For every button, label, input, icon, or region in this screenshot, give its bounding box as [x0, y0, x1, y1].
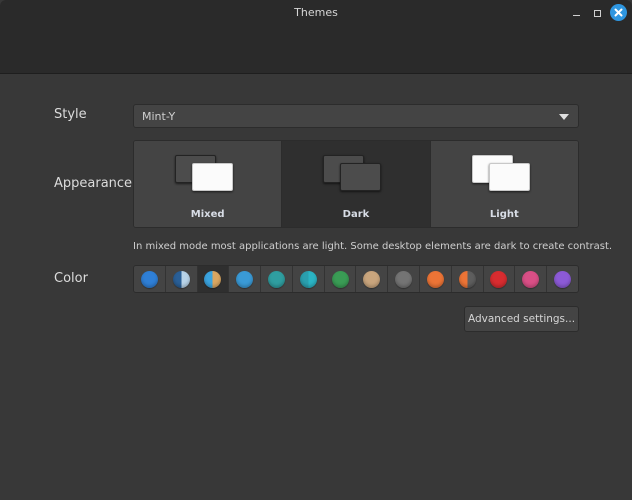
color-dot-icon [363, 270, 381, 288]
style-dropdown[interactable]: Mint-Y [133, 104, 579, 128]
color-swatch-grey[interactable] [388, 266, 421, 292]
color-swatch-purple[interactable] [547, 266, 578, 292]
color-dot-icon [204, 270, 222, 288]
color-dot-icon [299, 270, 317, 288]
appearance-option-mixed[interactable]: Mixed [134, 141, 283, 227]
window-front-icon [488, 163, 530, 191]
minimize-icon [572, 14, 580, 17]
appearance-hint: In mixed mode most applications are ligh… [133, 241, 613, 252]
appearance-option-label: Mixed [190, 209, 225, 220]
chevron-down-icon [559, 114, 569, 120]
window-front-icon [340, 163, 382, 191]
appearance-selector: Mixed Dark Light [133, 140, 579, 228]
appearance-option-dark[interactable]: Dark [282, 141, 431, 227]
color-swatch-pink[interactable] [515, 266, 548, 292]
color-swatch-blue-grey[interactable] [165, 266, 198, 292]
appearance-label: Appearance [54, 176, 133, 191]
color-selector [133, 265, 579, 293]
color-dot-icon [140, 270, 158, 288]
color-dot-icon [522, 270, 540, 288]
title-bar: Themes [0, 0, 632, 74]
color-dot-icon [554, 270, 572, 288]
color-dot-icon [331, 270, 349, 288]
color-label: Color [54, 271, 88, 286]
color-swatch-sky[interactable] [229, 266, 262, 292]
advanced-settings-button[interactable]: Advanced settings... [464, 306, 579, 332]
color-swatch-blue[interactable] [134, 266, 166, 292]
color-dot-icon [490, 270, 508, 288]
color-swatch-teal[interactable] [261, 266, 293, 292]
close-button[interactable] [610, 4, 627, 21]
window-title: Themes [294, 6, 338, 19]
color-dot-icon [172, 270, 190, 288]
color-swatch-orange-grey[interactable] [451, 266, 484, 292]
color-swatch-red[interactable] [483, 266, 516, 292]
color-dot-icon [268, 270, 286, 288]
color-dot-icon [236, 270, 254, 288]
color-swatch-green[interactable] [324, 266, 357, 292]
color-dot-icon [458, 270, 476, 288]
maximize-icon [593, 9, 601, 17]
style-label: Style [54, 107, 87, 122]
minimize-button[interactable] [567, 4, 585, 22]
color-dot-icon [395, 270, 413, 288]
appearance-option-label: Dark [342, 209, 370, 220]
color-swatch-orange[interactable] [420, 266, 452, 292]
color-swatch-aqua-sand[interactable] [197, 266, 230, 292]
maximize-button[interactable] [588, 4, 606, 22]
style-dropdown-value: Mint-Y [142, 110, 176, 123]
close-icon [614, 8, 623, 17]
color-dot-icon [426, 270, 444, 288]
color-swatch-cyan[interactable] [292, 266, 325, 292]
color-swatch-sand[interactable] [356, 266, 389, 292]
appearance-option-label: Light [489, 209, 519, 220]
window-front-icon [192, 163, 233, 191]
appearance-option-light[interactable]: Light [430, 141, 578, 227]
